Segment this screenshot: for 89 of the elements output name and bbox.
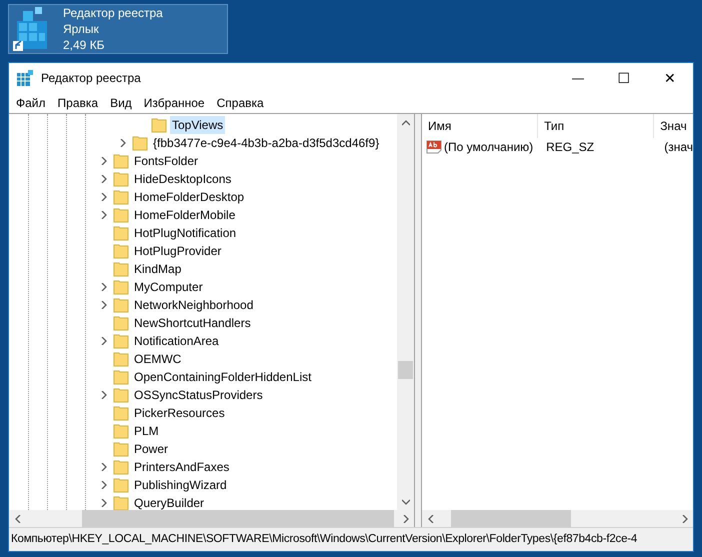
folder-icon: [113, 315, 129, 331]
tree-item[interactable]: NetworkNeighborhood: [132, 296, 256, 314]
status-bar-path: Компьютер\HKEY_LOCAL_MACHINE\SOFTWARE\Microsoft\Windows\CurrentVersion\Explorer\FolderTypes\{ef87b4cb-f2ce-4: [11, 532, 638, 547]
tree-item[interactable]: OSSyncStatusProviders: [132, 386, 265, 404]
icon-type: Ярлык: [63, 21, 100, 37]
chevron-right-icon[interactable]: [100, 157, 108, 165]
value-type: REG_SZ: [545, 139, 596, 156]
tree-item[interactable]: PrintersAndFaxes: [132, 458, 232, 476]
folder-icon: [132, 135, 148, 151]
string-value-icon: [426, 140, 442, 154]
chevron-right-icon[interactable]: [100, 283, 108, 291]
folder-icon: [113, 279, 129, 295]
tree-item[interactable]: PLM: [132, 422, 161, 440]
chevron-left-icon[interactable]: [14, 514, 22, 522]
close-button[interactable]: ✕: [647, 63, 693, 93]
folder-icon: [113, 153, 129, 169]
folder-icon: [113, 333, 129, 349]
tree-item[interactable]: MyComputer: [132, 278, 205, 296]
menu-item[interactable]: Файл: [11, 94, 51, 112]
tree-item[interactable]: HomeFolderMobile: [132, 206, 238, 224]
tree-item[interactable]: NewShortcutHandlers: [132, 314, 253, 332]
chevron-right-icon[interactable]: [119, 139, 127, 147]
scrollbar-thumb[interactable]: [398, 361, 413, 379]
window-title: Редактор реестра: [41, 70, 141, 87]
tree-item[interactable]: HotPlugProvider: [132, 242, 224, 260]
tree-item[interactable]: PublishingWizard: [132, 476, 229, 494]
menu-item[interactable]: Избранное: [138, 94, 210, 112]
column-header[interactable]: Знач: [654, 114, 693, 138]
chevron-right-icon[interactable]: [100, 193, 108, 201]
tree-item[interactable]: NotificationArea: [132, 332, 221, 350]
chevron-right-icon[interactable]: [100, 391, 108, 399]
menu-item[interactable]: Вид: [105, 94, 137, 112]
folder-icon: [113, 369, 129, 385]
tree-item[interactable]: QueryBuilder: [132, 494, 206, 510]
column-header[interactable]: Имя: [422, 114, 538, 138]
folder-icon: [113, 441, 129, 457]
folder-icon: [113, 243, 129, 259]
folder-icon: [113, 261, 129, 277]
tree-item[interactable]: TopViews: [170, 116, 226, 134]
folder-icon: [113, 459, 129, 475]
registry-app-icon: [17, 70, 33, 86]
chevron-right-icon[interactable]: [100, 175, 108, 183]
chevron-down-icon[interactable]: [402, 498, 410, 506]
menu-item[interactable]: Справка: [212, 94, 269, 112]
folder-icon: [113, 405, 129, 421]
tree-item[interactable]: {fbb3477e-c9e4-4b3b-a2ba-d3f5d3cd46f9}: [151, 134, 382, 152]
tree-item[interactable]: HotPlugNotification: [132, 224, 238, 242]
tree-item[interactable]: FontsFolder: [132, 152, 200, 170]
tree-item[interactable]: OpenContainingFolderHiddenList: [132, 368, 314, 386]
chevron-right-icon[interactable]: [100, 463, 108, 471]
scrollbar-thumb[interactable]: [82, 510, 394, 527]
chevron-right-icon[interactable]: [402, 514, 410, 522]
tree-item[interactable]: PickerResources: [132, 404, 227, 422]
icon-title: Редактор реестра: [63, 5, 163, 21]
tree-item[interactable]: HideDesktopIcons: [132, 170, 234, 188]
folder-icon: [113, 189, 129, 205]
folder-icon: [113, 423, 129, 439]
folder-icon: [113, 297, 129, 313]
column-header[interactable]: Тип: [538, 114, 654, 138]
folder-icon: [113, 171, 129, 187]
folder-icon: [113, 477, 129, 493]
chevron-right-icon[interactable]: [100, 481, 108, 489]
tree-item[interactable]: HomeFolderDesktop: [132, 188, 246, 206]
folder-icon: [113, 387, 129, 403]
tree-item[interactable]: OEMWC: [132, 350, 184, 368]
folder-icon: [151, 117, 167, 133]
value-name: (По умолчанию): [444, 139, 534, 156]
icon-size: 2,49 КБ: [63, 37, 106, 53]
menu-item[interactable]: Правка: [52, 94, 104, 112]
vertical-scrollbar[interactable]: [397, 114, 414, 510]
scrollbar-thumb[interactable]: [451, 510, 571, 527]
chevron-left-icon[interactable]: [426, 514, 434, 522]
chevron-right-icon[interactable]: [100, 499, 108, 507]
chevron-right-icon[interactable]: [100, 211, 108, 219]
minimize-button[interactable]: —: [555, 63, 601, 93]
chevron-up-icon[interactable]: [402, 118, 410, 126]
folder-icon: [113, 225, 129, 241]
maximize-button[interactable]: ☐: [601, 63, 647, 93]
folder-icon: [113, 207, 129, 223]
folder-icon: [113, 351, 129, 367]
tree-item[interactable]: KindMap: [132, 260, 184, 278]
value-data: (знач: [663, 139, 693, 156]
chevron-right-icon[interactable]: [100, 337, 108, 345]
tree-item[interactable]: Power: [132, 440, 170, 458]
desktop-icon-tile[interactable]: Редактор реестра Ярлык 2,49 КБ: [8, 4, 228, 54]
horizontal-scrollbar[interactable]: [422, 510, 693, 527]
horizontal-scrollbar[interactable]: [9, 510, 414, 527]
chevron-right-icon[interactable]: [680, 514, 688, 522]
chevron-right-icon[interactable]: [100, 301, 108, 309]
